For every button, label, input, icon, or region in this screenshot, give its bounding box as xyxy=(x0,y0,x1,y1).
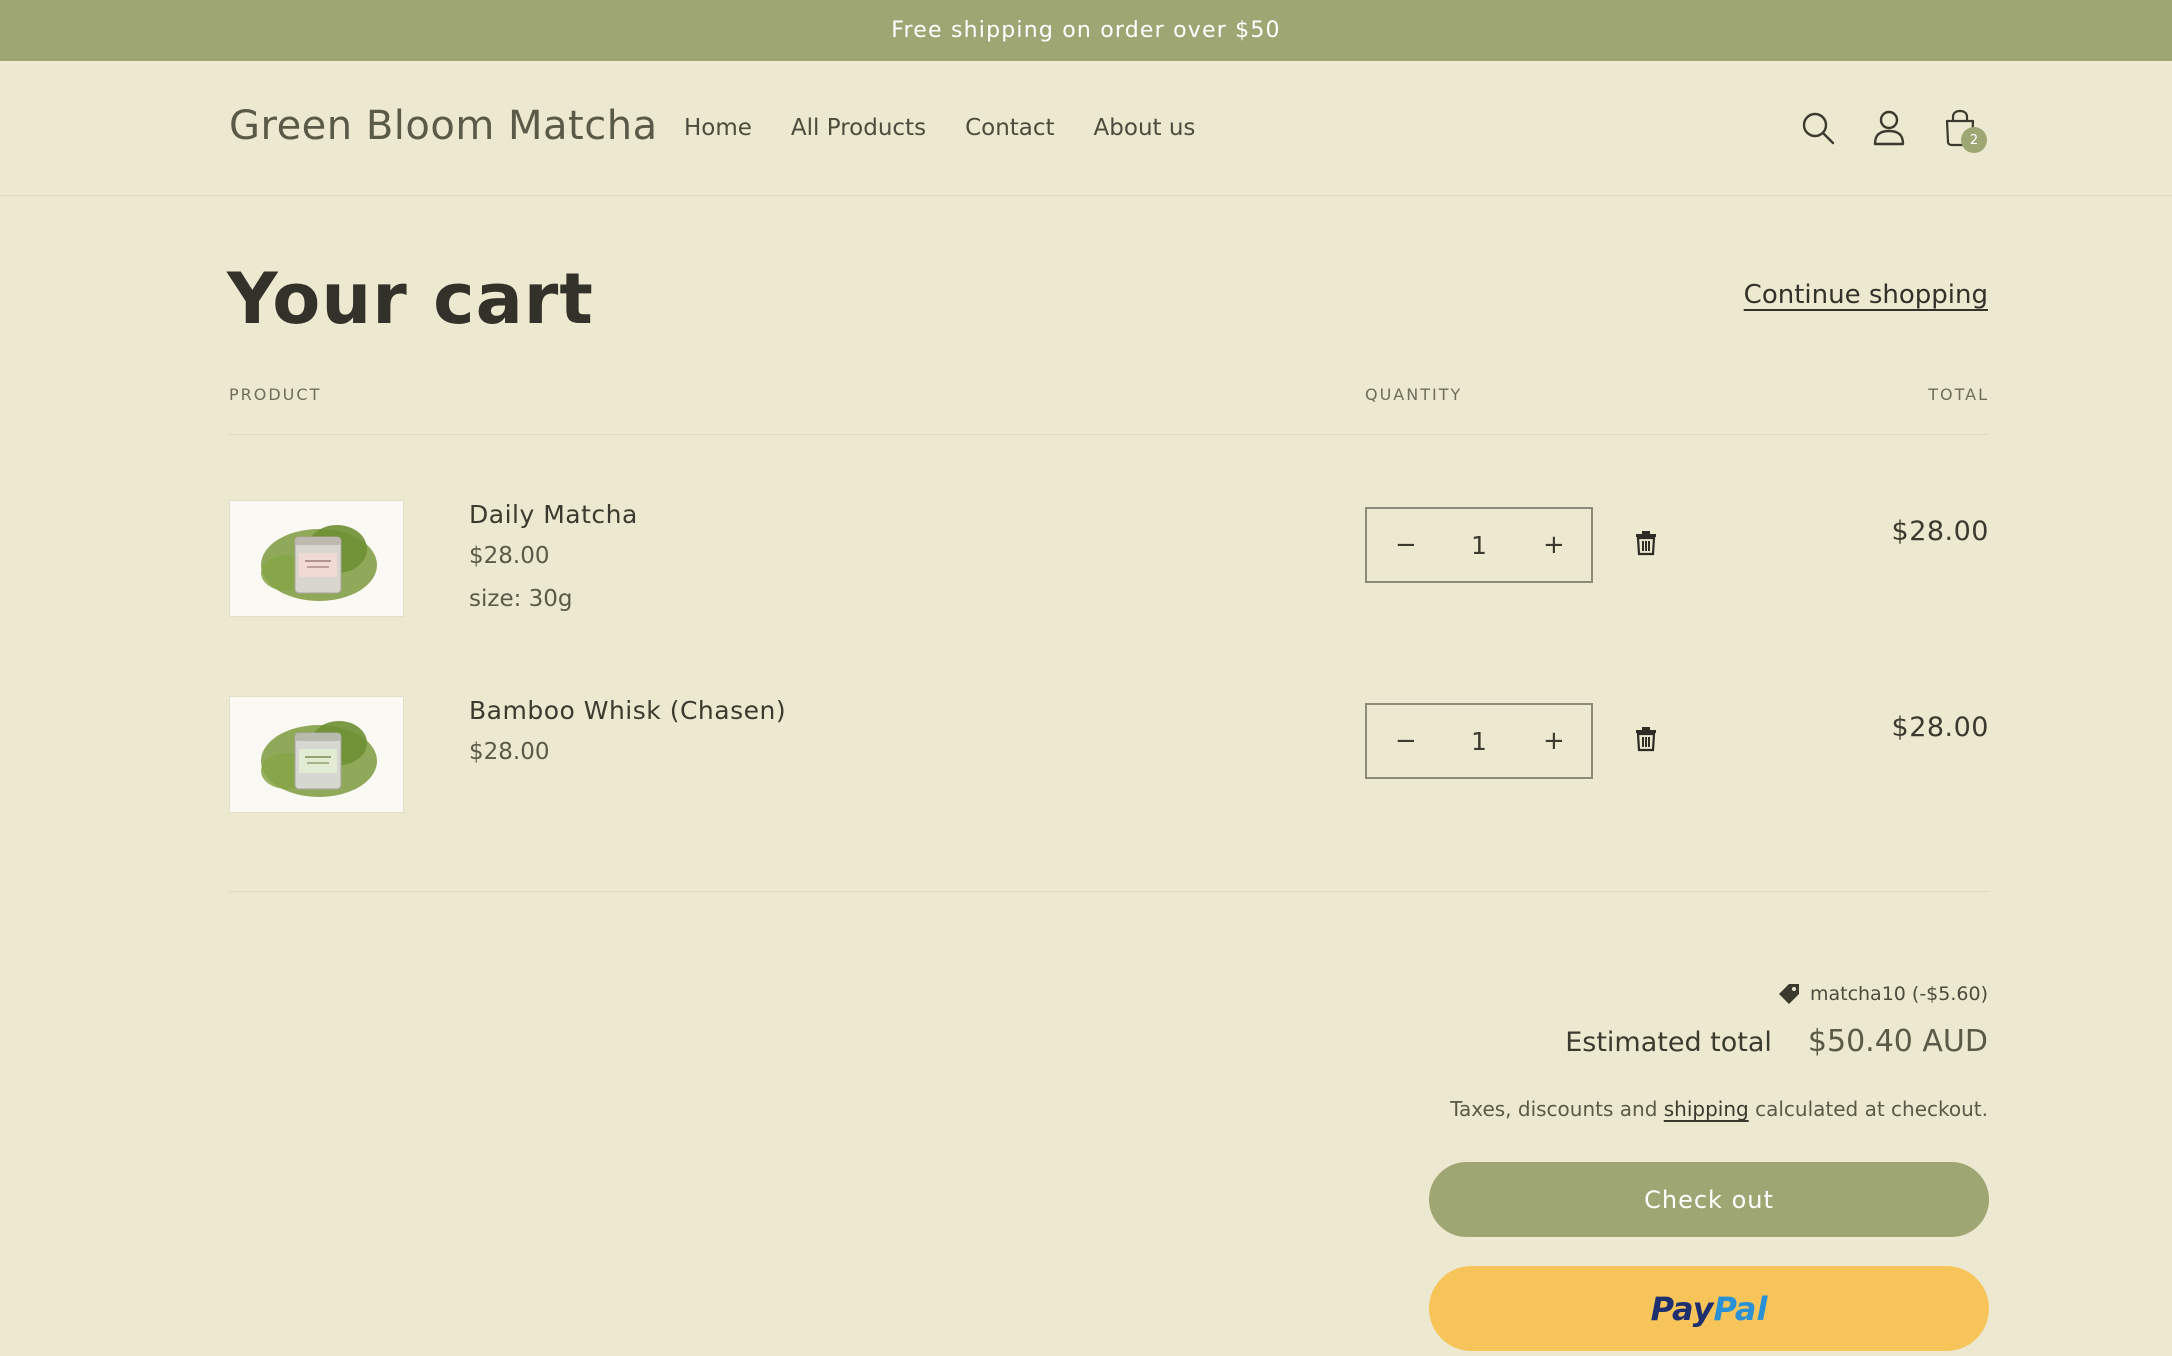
discount-label: matcha10 (-$5.60) xyxy=(1809,983,1988,1005)
decrease-quantity-button[interactable]: − xyxy=(1395,530,1417,560)
line-total: $28.00 xyxy=(1891,712,1989,743)
header-divider xyxy=(229,434,1989,435)
search-icon xyxy=(1802,112,1835,145)
nav-about-us[interactable]: About us xyxy=(1094,115,1196,141)
nav-all-products[interactable]: All Products xyxy=(791,115,926,141)
nav-contact[interactable]: Contact xyxy=(965,115,1054,141)
cart-item: Daily Matcha $28.00 size: 30g − 1 + $28.… xyxy=(229,500,1989,618)
product-price: $28.00 xyxy=(469,543,550,569)
main-nav: Home All Products Contact About us xyxy=(684,115,1195,141)
account-icon xyxy=(1873,110,1905,146)
product-image[interactable] xyxy=(229,696,404,813)
tax-note-text: Taxes, discounts and xyxy=(1450,1097,1664,1121)
remove-item-button[interactable] xyxy=(1632,528,1660,558)
nav-home[interactable]: Home xyxy=(684,115,752,141)
tag-icon xyxy=(1778,984,1799,1004)
tax-note: Taxes, discounts and shipping calculated… xyxy=(1450,1097,1988,1121)
matcha-tin-image xyxy=(260,720,377,797)
decrease-quantity-button[interactable]: − xyxy=(1395,726,1417,756)
site-header: Green Bloom Matcha Home All Products Con… xyxy=(0,61,2172,196)
site-logo[interactable]: Green Bloom Matcha xyxy=(229,103,658,149)
search-button[interactable] xyxy=(1795,105,1841,151)
estimated-total-value: $50.40 AUD xyxy=(1807,1024,1988,1059)
account-button[interactable] xyxy=(1866,105,1912,151)
quantity-input[interactable]: 1 xyxy=(1471,727,1487,756)
continue-shopping-link[interactable]: Continue shopping xyxy=(1744,280,1988,310)
trash-icon xyxy=(1636,727,1656,752)
product-price: $28.00 xyxy=(469,739,550,765)
cart-button[interactable]: 2 xyxy=(1937,105,1987,153)
product-name[interactable]: Bamboo Whisk (Chasen) xyxy=(469,696,786,725)
product-variant: size: 30g xyxy=(469,586,573,612)
cart-item: Bamboo Whisk (Chasen) $28.00 − 1 + $28.0… xyxy=(229,696,1989,814)
column-header-product: PRODUCT xyxy=(229,385,322,404)
remove-item-button[interactable] xyxy=(1632,724,1660,754)
checkout-button[interactable]: Check out xyxy=(1429,1162,1989,1237)
paypal-logo-pal: Pal xyxy=(1713,1289,1768,1328)
shipping-link[interactable]: shipping xyxy=(1664,1097,1749,1121)
line-total: $28.00 xyxy=(1891,516,1989,547)
increase-quantity-button[interactable]: + xyxy=(1543,530,1565,560)
quantity-stepper: − 1 + xyxy=(1365,703,1593,779)
quantity-input[interactable]: 1 xyxy=(1471,531,1487,560)
quantity-stepper: − 1 + xyxy=(1365,507,1593,583)
increase-quantity-button[interactable]: + xyxy=(1543,726,1565,756)
product-image[interactable] xyxy=(229,500,404,617)
matcha-tin-image xyxy=(260,524,377,601)
paypal-logo-pay: Pay xyxy=(1650,1289,1714,1328)
trash-icon xyxy=(1636,531,1656,556)
page-title: Your cart xyxy=(227,258,594,340)
tax-note-text-end: calculated at checkout. xyxy=(1748,1097,1988,1121)
paypal-button[interactable]: Pay Pal xyxy=(1429,1266,1989,1351)
column-header-quantity: QUANTITY xyxy=(1365,385,1463,404)
announcement-bar: Free shipping on order over $50 xyxy=(0,0,2172,61)
cart-count-badge: 2 xyxy=(1961,127,1987,153)
product-name[interactable]: Daily Matcha xyxy=(469,500,638,529)
announcement-text: Free shipping on order over $50 xyxy=(891,18,1281,43)
discount-code: matcha10 (-$5.60) xyxy=(1778,983,1988,1005)
estimated-total-label: Estimated total xyxy=(1565,1027,1772,1058)
items-divider xyxy=(229,891,1989,892)
column-header-total: TOTAL xyxy=(1928,385,1989,404)
estimated-total: Estimated total $50.40 AUD xyxy=(1565,1024,1988,1059)
